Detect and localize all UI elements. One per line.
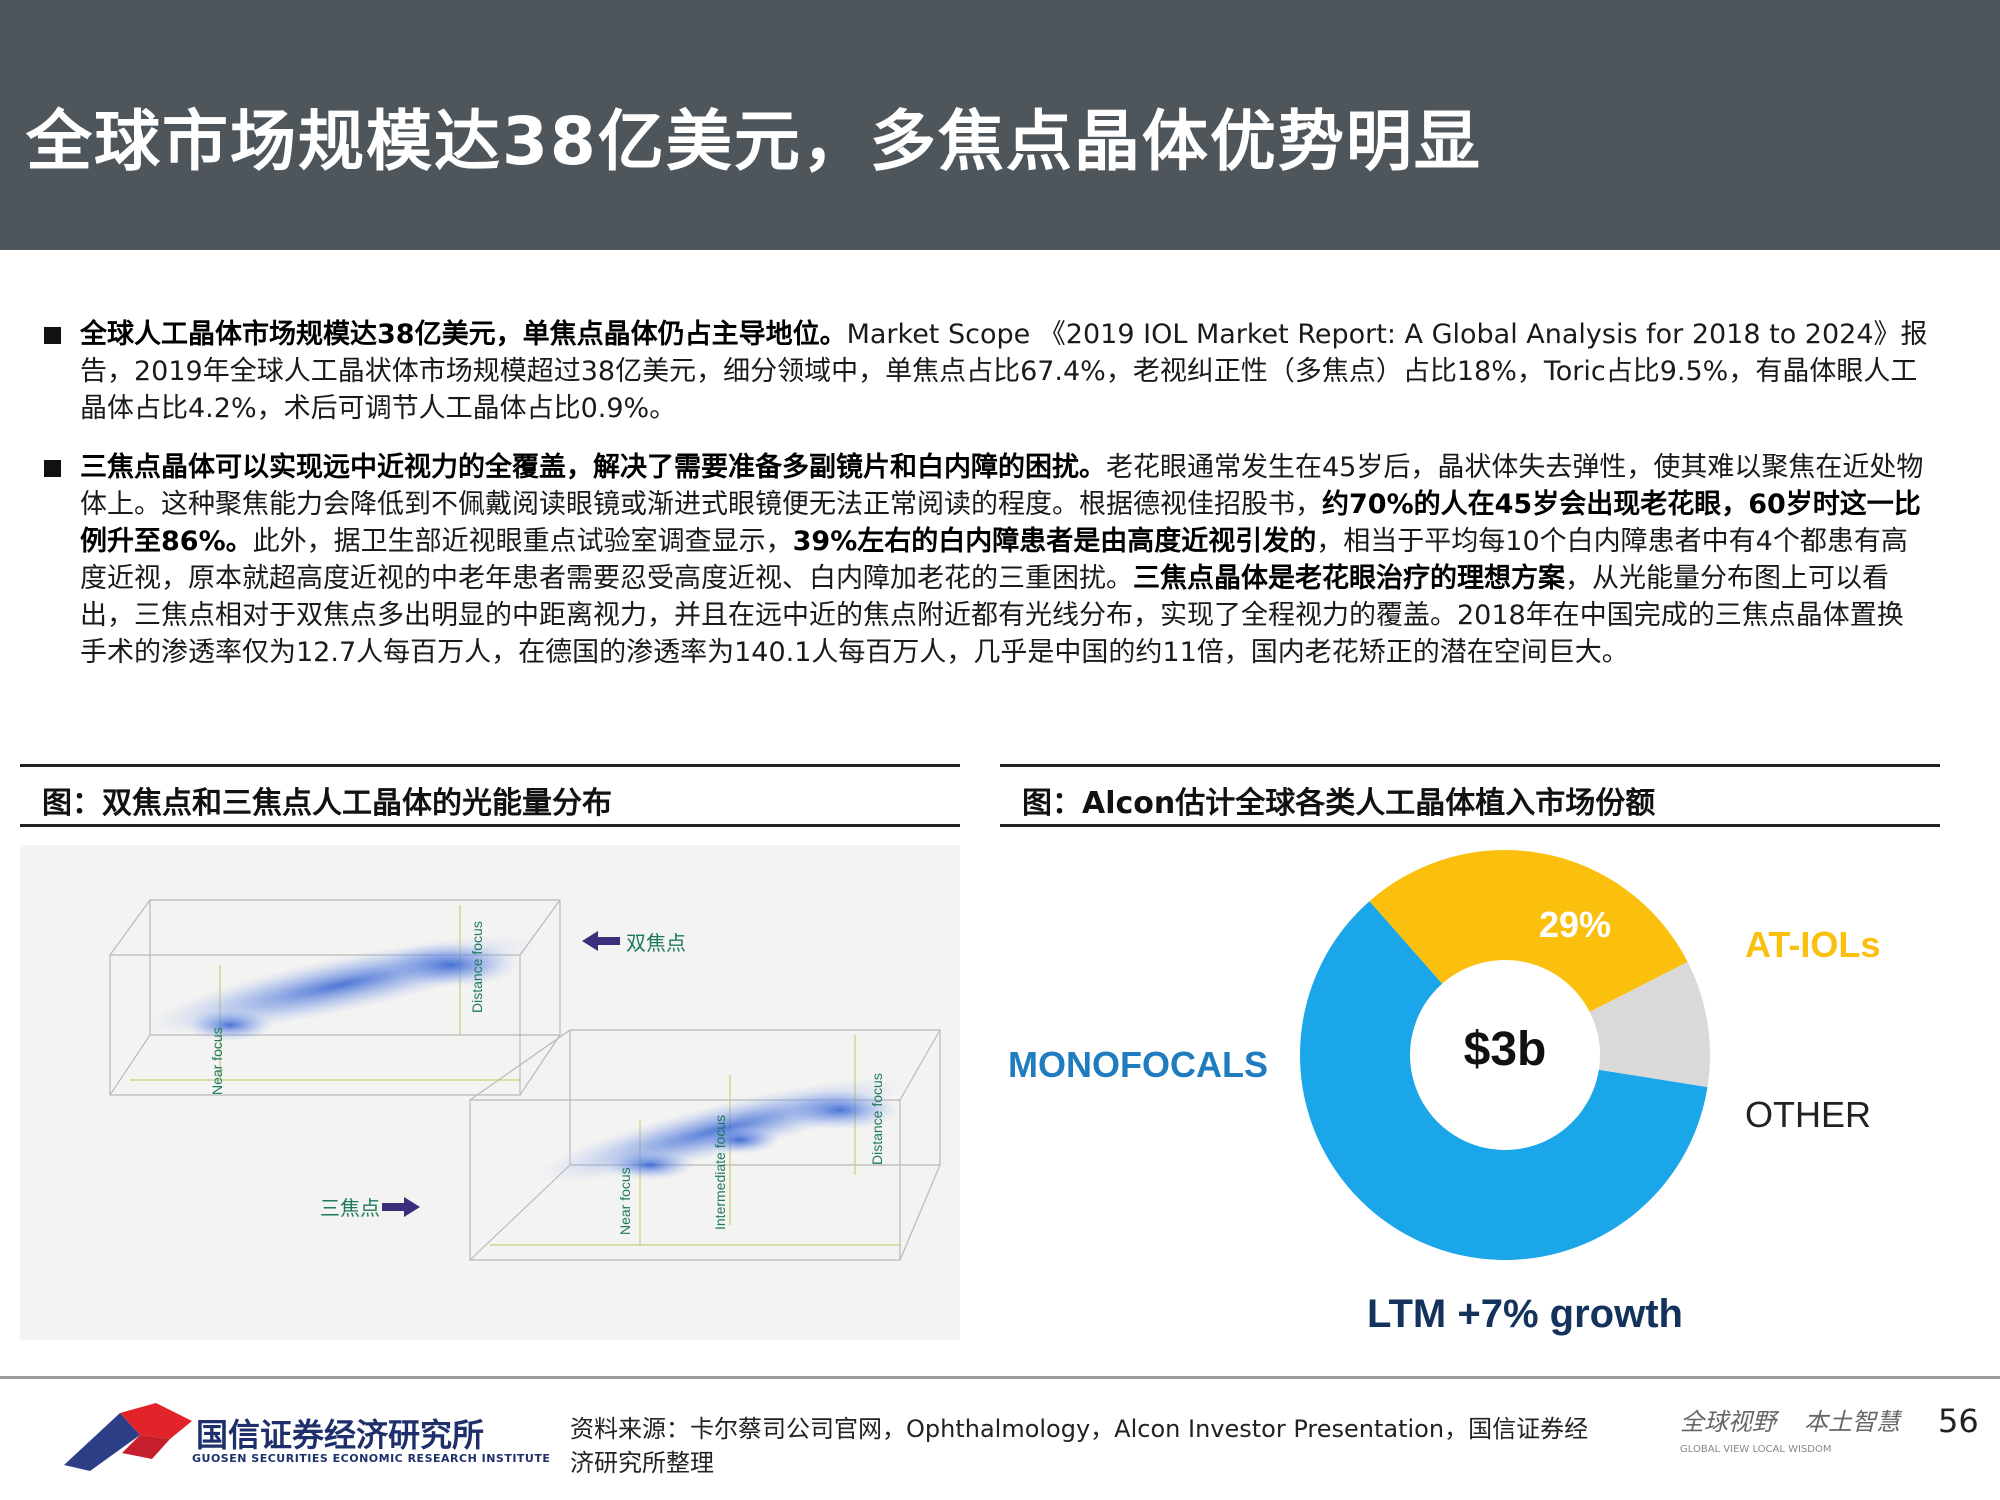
legend-other: OTHER [1745, 1094, 1871, 1135]
trifocal-intermediate-focus-label: Intermediate focus [712, 1115, 728, 1230]
trifocal-label: 三焦点 [320, 1196, 380, 1220]
growth-annotation: LTM +7% growth [1367, 1292, 1683, 1336]
legend-monofocals: MONOFOCALS [1008, 1044, 1268, 1085]
bifocal-near-focus-label: Near focus [209, 1027, 225, 1095]
figure-right-caption: 图：Alcon估计全球各类人工晶体植入市场份额 [1022, 786, 1656, 821]
bullet-2-bold-3: 39%左右的白内障患者是由高度近视引发的 [792, 526, 1317, 557]
slogan-text-1: 全球视野 [1680, 1408, 1780, 1436]
trifocal-arrow-icon [382, 1197, 420, 1217]
bullet-trifocal: 三焦点晶体可以实现远中近视力的全覆盖，解决了需要准备多副镜片和白内障的困扰。老花… [40, 449, 1930, 671]
market-share-donut-chart: $3b 29% AT-IOLs MONOFOCALS OTHER LTM +7%… [1008, 850, 1880, 1336]
bullet-1-bold: 全球人工晶体市场规模达38亿美元，单焦点晶体仍占主导地位。 [80, 319, 847, 350]
bifocal-label: 双焦点 [626, 931, 686, 955]
bullet-2-text-2: 此外，据卫生部近视眼重点试验室调查显示， [252, 526, 793, 557]
logo-text-cn: 国信证券经济研究所 [196, 1416, 485, 1454]
caption-rule-bottom-left [20, 824, 960, 827]
footer-rule [0, 1376, 2000, 1379]
page-title: 全球市场规模达38亿美元，多焦点晶体优势明显 [26, 103, 1482, 180]
legend-at-iols: AT-IOLs [1745, 924, 1880, 965]
at-iols-pct-label: 29% [1539, 904, 1611, 945]
title-bar: 全球市场规模达38亿美元，多焦点晶体优势明显 [0, 0, 2000, 250]
bifocal-distance-focus-label: Distance focus [469, 921, 485, 1013]
bullet-list: 全球人工晶体市场规模达38亿美元，单焦点晶体仍占主导地位。Market Scop… [40, 316, 1930, 693]
caption-rule-bottom-right [1000, 824, 1940, 827]
light-energy-distribution-figure: Near focus Distance focus 双焦点 Near focus… [20, 845, 960, 1340]
slogan-text-2: 本土智慧 [1804, 1408, 1903, 1436]
slogan-text-en: GLOBAL VIEW LOCAL WISDOM [1680, 1444, 1832, 1455]
square-bullet-icon [44, 327, 61, 344]
logo-text-en: GUOSEN SECURITIES ECONOMIC RESEARCH INST… [192, 1452, 551, 1465]
market-share-figure: $3b 29% AT-IOLs MONOFOCALS OTHER LTM +7%… [1000, 845, 1940, 1340]
source-note: 资料来源：卡尔蔡司公司官网，Ophthalmology，Alcon Invest… [570, 1415, 1589, 1477]
bifocal-arrow-icon [582, 931, 620, 951]
trifocal-near-focus-label: Near focus [617, 1167, 633, 1235]
figure-left-caption: 图：双焦点和三焦点人工晶体的光能量分布 [42, 786, 612, 821]
light-energy-plots: Near focus Distance focus 双焦点 Near focus… [109, 899, 941, 1261]
slogan-graphic: 全球视野 本土智慧 GLOBAL VIEW LOCAL WISDOM [1680, 1408, 1903, 1455]
bullet-2-bold-1: 三焦点晶体可以实现远中近视力的全覆盖，解决了需要准备多副镜片和白内障的困扰。 [80, 452, 1106, 483]
bullet-2-bold-4: 三焦点晶体是老花眼治疗的理想方案 [1133, 563, 1565, 594]
trifocal-distance-focus-label: Distance focus [869, 1073, 885, 1165]
donut-center-label: $3b [1464, 1023, 1547, 1076]
guosen-logo-icon [64, 1403, 192, 1471]
caption-rule-top-left [20, 764, 960, 767]
page-number: 56 [1938, 1402, 1979, 1440]
caption-rule-top-right [1000, 764, 1940, 767]
bullet-market-size: 全球人工晶体市场规模达38亿美元，单焦点晶体仍占主导地位。Market Scop… [40, 316, 1930, 427]
square-bullet-icon [44, 460, 61, 477]
